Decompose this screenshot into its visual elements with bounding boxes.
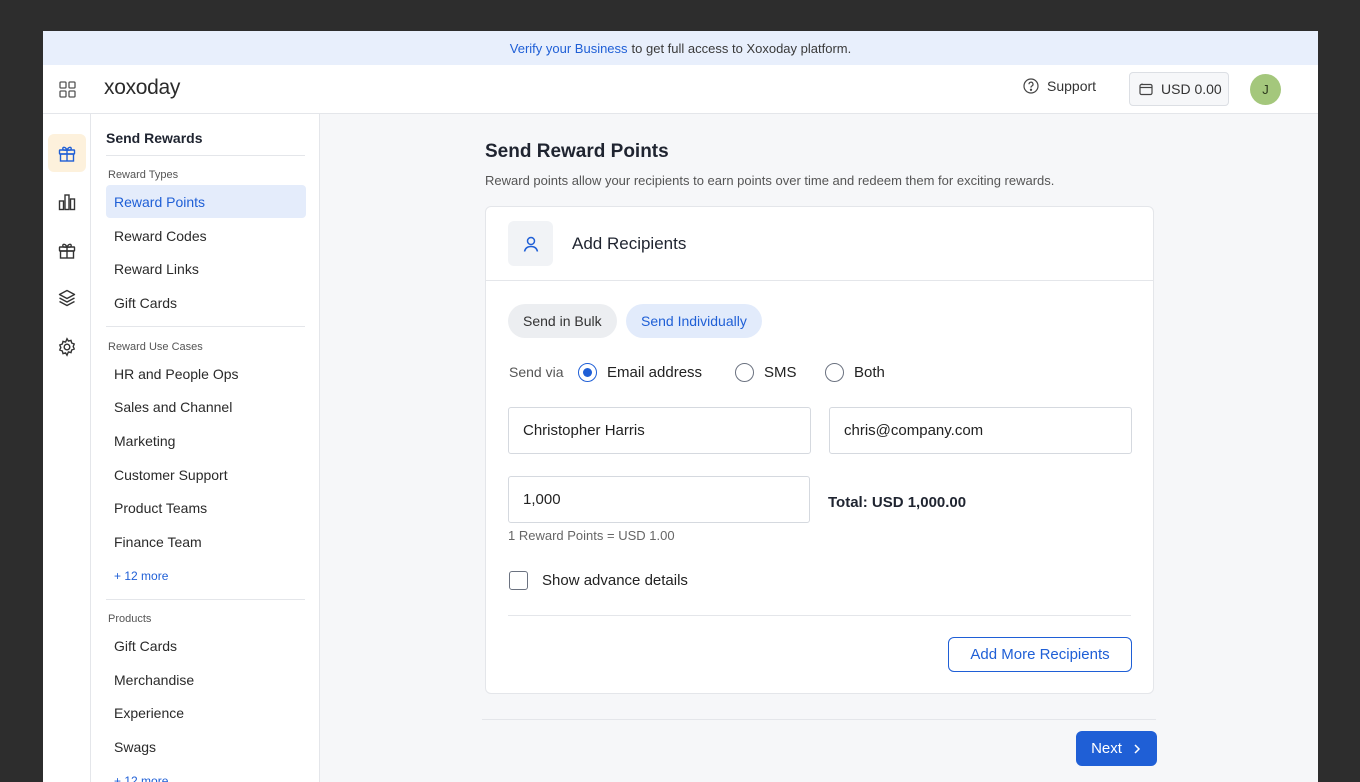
recipient-icon-box (508, 221, 553, 266)
gear-icon (58, 337, 76, 357)
chart-icon (58, 194, 76, 211)
wallet-icon (1139, 83, 1153, 96)
verify-business-link[interactable]: Verify your Business (510, 41, 628, 56)
divider (106, 599, 305, 600)
rail-send-rewards[interactable] (48, 134, 86, 172)
next-button[interactable]: Next (1076, 731, 1157, 766)
total-amount: Total: USD 1,000.00 (828, 494, 967, 511)
next-label: Next (1091, 740, 1122, 757)
conversion-rate: 1 Reward Points = USD 1.00 (508, 528, 675, 543)
add-more-recipients-button[interactable]: Add More Recipients (948, 637, 1132, 672)
balance-label: USD 0.00 (1161, 81, 1222, 97)
checkbox-box (509, 571, 528, 590)
nav-item-product-teams[interactable]: Product Teams (106, 491, 306, 524)
nav-item-sales[interactable]: Sales and Channel (106, 390, 306, 423)
section-title-reward-types: Reward Types (108, 169, 179, 181)
user-icon (523, 236, 538, 252)
nav-item-hr[interactable]: HR and People Ops (106, 357, 306, 390)
recipients-card: Add Recipients Send in Bulk Send Individ… (485, 206, 1154, 694)
nav-item-swags[interactable]: Swags (106, 730, 306, 763)
top-bar: xoxoday Support USD 0.00 J (43, 65, 1318, 114)
banner-text: to get full access to Xoxoday platform. (631, 40, 852, 56)
gift-icon (58, 146, 76, 162)
tab-send-in-bulk[interactable]: Send in Bulk (508, 304, 617, 338)
wallet-balance-button[interactable]: USD 0.00 (1129, 72, 1229, 106)
nav-item-product-gift-cards[interactable]: Gift Cards (106, 629, 306, 662)
radio-both-dot (825, 363, 844, 382)
gift-box-icon (58, 243, 76, 259)
nav-item-experience[interactable]: Experience (106, 696, 306, 729)
layers-icon (58, 289, 76, 307)
divider (106, 155, 305, 156)
card-title: Add Recipients (572, 234, 687, 253)
app-window: Verify your Business to get full access … (43, 31, 1318, 782)
nav-item-finance-team[interactable]: Finance Team (106, 525, 306, 558)
nav-item-reward-links[interactable]: Reward Links (106, 252, 306, 285)
send-via-label: Send via (509, 364, 564, 380)
nav-item-gift-cards[interactable]: Gift Cards (106, 286, 306, 319)
email-input[interactable]: chris@company.com (829, 407, 1132, 454)
chevron-right-icon (1134, 743, 1140, 754)
page-title: Send Reward Points (485, 141, 669, 162)
rail-settings[interactable] (48, 328, 86, 366)
radio-sms-dot (735, 363, 754, 382)
logo[interactable]: xoxoday (104, 76, 180, 100)
card-header: Add Recipients (486, 207, 1153, 281)
radio-email[interactable]: Email address (578, 363, 702, 382)
nav-item-reward-points[interactable]: Reward Points (106, 185, 306, 218)
tab-send-individually[interactable]: Send Individually (626, 304, 762, 338)
advance-details-label: Show advance details (542, 572, 688, 589)
section-title-products: Products (108, 613, 152, 625)
radio-email-label: Email address (607, 364, 703, 381)
advance-details-checkbox[interactable]: Show advance details (509, 571, 688, 590)
app-grid-icon[interactable] (59, 81, 76, 98)
nav-item-merchandise[interactable]: Merchandise (106, 663, 306, 696)
use-cases-more-link[interactable]: + 12 more (114, 569, 168, 583)
radio-email-dot (578, 363, 597, 382)
section-title-use-cases: Reward Use Cases (108, 341, 203, 353)
support-button[interactable]: Support (1023, 78, 1096, 94)
divider (106, 326, 305, 327)
help-circle-icon (1023, 78, 1039, 94)
main-content: Send Reward Points Reward points allow y… (320, 114, 1318, 782)
verify-banner: Verify your Business to get full access … (43, 31, 1318, 65)
radio-both-label: Both (854, 364, 885, 381)
points-input[interactable]: 1,000 (508, 476, 810, 523)
sub-navigation: Send Rewards Reward Types Reward Points … (91, 114, 320, 782)
icon-rail (43, 114, 91, 782)
rail-analytics[interactable] (48, 183, 86, 221)
rail-rewards-catalog[interactable] (48, 231, 86, 269)
radio-sms-label: SMS (764, 364, 797, 381)
products-more-link[interactable]: + 12 more (114, 774, 168, 782)
rail-layers[interactable] (48, 279, 86, 317)
radio-both[interactable]: Both (825, 363, 885, 382)
page-subtitle: Reward points allow your recipients to e… (485, 173, 1055, 188)
radio-sms[interactable]: SMS (735, 363, 797, 382)
name-input[interactable]: Christopher Harris (508, 407, 811, 454)
divider (482, 719, 1156, 720)
avatar[interactable]: J (1250, 74, 1281, 105)
support-label: Support (1047, 78, 1097, 94)
nav-item-reward-codes[interactable]: Reward Codes (106, 219, 306, 252)
nav-item-marketing[interactable]: Marketing (106, 424, 306, 457)
divider (508, 615, 1131, 616)
subnav-title: Send Rewards (106, 130, 203, 146)
nav-item-customer-support[interactable]: Customer Support (106, 458, 306, 491)
